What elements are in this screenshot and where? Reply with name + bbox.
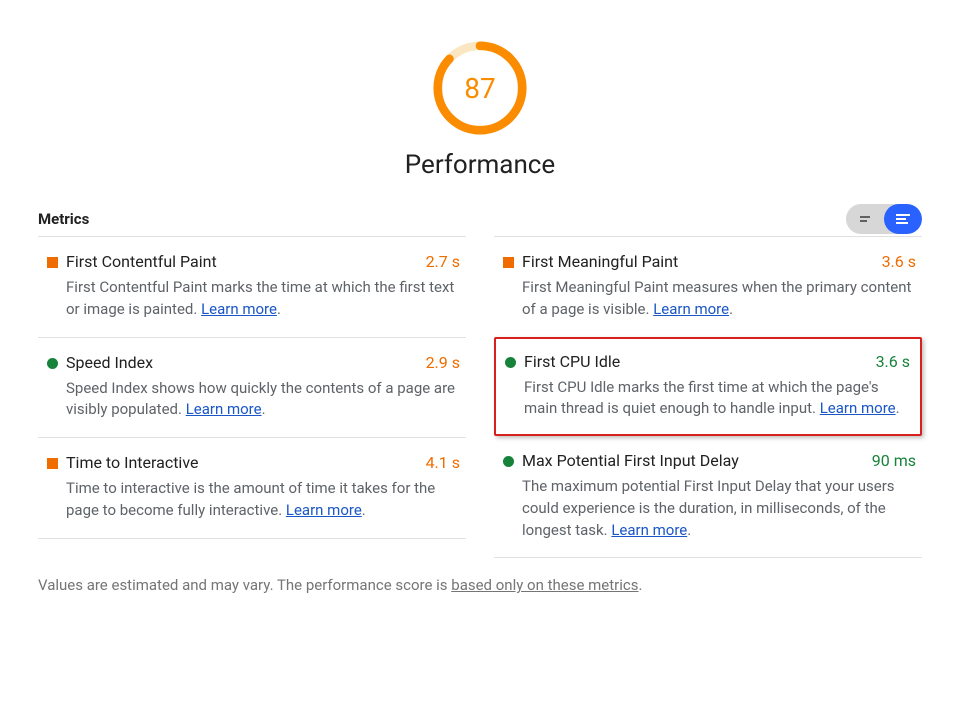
period: . (729, 300, 733, 318)
period: . (896, 399, 900, 417)
learn-more-link[interactable]: Learn more (186, 400, 262, 418)
metric-time-to-interactive: Time to Interactive 4.1 s Time to intera… (38, 437, 466, 539)
status-pass-icon (496, 355, 524, 368)
status-average-icon (494, 255, 522, 268)
status-average-icon (38, 456, 66, 469)
metric-value: 3.6 s (876, 352, 910, 371)
view-toggle (846, 204, 922, 234)
score-gauge: 87 Performance (38, 40, 922, 180)
metric-title: Speed Index (66, 353, 426, 372)
metric-title: Max Potential First Input Delay (522, 451, 872, 470)
metrics-heading: Metrics (38, 210, 89, 228)
category-title: Performance (405, 150, 555, 180)
metric-title: Time to Interactive (66, 453, 426, 472)
period: . (362, 501, 366, 519)
metric-description: First Contentful Paint marks the time at… (66, 277, 460, 321)
period: . (277, 300, 281, 318)
footnote-link[interactable]: based only on these metrics (451, 576, 638, 594)
metric-value: 4.1 s (426, 453, 460, 472)
learn-more-link[interactable]: Learn more (201, 300, 277, 318)
metric-description: The maximum potential First Input Delay … (522, 476, 916, 541)
period: . (262, 400, 266, 418)
metric-desc-text: Time to interactive is the amount of tim… (66, 479, 435, 519)
footnote-prefix: Values are estimated and may vary. The p… (38, 576, 451, 594)
metric-title: First CPU Idle (524, 352, 876, 371)
status-average-icon (38, 255, 66, 268)
footnote: Values are estimated and may vary. The p… (38, 576, 922, 594)
expanded-lines-icon (896, 214, 910, 224)
metric-value: 3.6 s (882, 252, 916, 271)
metric-value: 2.7 s (426, 252, 460, 271)
view-expanded-button[interactable] (884, 204, 922, 234)
metric-first-cpu-idle: First CPU Idle 3.6 s First CPU Idle mark… (494, 337, 922, 437)
metric-value: 90 ms (872, 451, 916, 470)
learn-more-link[interactable]: Learn more (653, 300, 729, 318)
learn-more-link[interactable]: Learn more (820, 399, 896, 417)
metric-desc-text: The maximum potential First Input Delay … (522, 477, 895, 539)
metric-value: 2.9 s (426, 353, 460, 372)
learn-more-link[interactable]: Learn more (286, 501, 362, 519)
metric-first-contentful-paint: First Contentful Paint 2.7 s First Conte… (38, 236, 466, 337)
metric-speed-index: Speed Index 2.9 s Speed Index shows how … (38, 337, 466, 438)
learn-more-link[interactable]: Learn more (611, 521, 687, 539)
metric-description: Speed Index shows how quickly the conten… (66, 378, 460, 422)
footnote-suffix: . (638, 576, 642, 594)
view-compact-button[interactable] (846, 204, 884, 234)
metric-title: First Meaningful Paint (522, 252, 882, 271)
score-value: 87 (432, 40, 528, 136)
metric-description: Time to interactive is the amount of tim… (66, 478, 460, 522)
gauge-ring: 87 (432, 40, 528, 136)
period: . (687, 521, 691, 539)
status-pass-icon (38, 356, 66, 369)
metric-title: First Contentful Paint (66, 252, 426, 271)
metric-description: First CPU Idle marks the first time at w… (524, 377, 910, 421)
status-pass-icon (494, 454, 522, 467)
metric-first-meaningful-paint: First Meaningful Paint 3.6 s First Meani… (494, 236, 922, 337)
metric-description: First Meaningful Paint measures when the… (522, 277, 916, 321)
compact-lines-icon (860, 216, 870, 222)
metric-max-potential-fid: Max Potential First Input Delay 90 ms Th… (494, 436, 922, 558)
